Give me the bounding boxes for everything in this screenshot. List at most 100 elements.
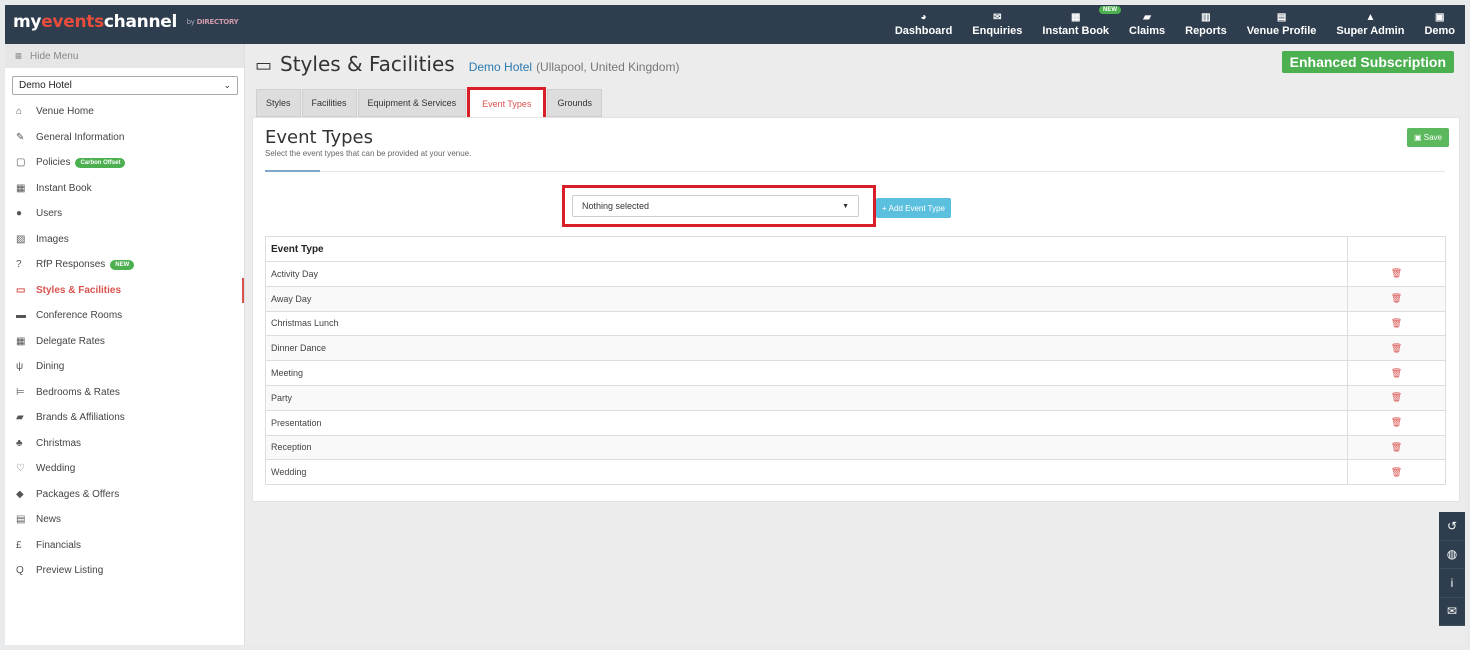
sidebar-item-brands-affiliations[interactable]: ▰ Brands & Affiliations (5, 405, 244, 431)
trash-icon[interactable]: 🗑︎ (1391, 417, 1402, 427)
save-button[interactable]: ▣ Save (1406, 128, 1449, 147)
sidebar-item-label: Christmas (36, 437, 82, 449)
dashboard-icon: ◕ (920, 12, 927, 23)
add-event-type-button[interactable]: + Add Event Type (876, 198, 952, 218)
trash-icon[interactable]: 🗑︎ (1391, 368, 1402, 378)
sidebar-item-label: Delegate Rates (36, 335, 105, 347)
info-button[interactable]: i (1439, 569, 1465, 598)
trash-icon[interactable]: 🗑︎ (1391, 343, 1402, 353)
nav-claims[interactable]: ▰ Claims (1119, 5, 1175, 44)
table-row: Party 🗑︎ (265, 384, 1446, 411)
envelope-button[interactable]: ✉ (1439, 597, 1465, 626)
tree-icon: ♣ (16, 437, 23, 449)
sidebar-item-wedding[interactable]: ♡ Wedding (5, 456, 244, 482)
tab-styles[interactable]: Styles (256, 89, 301, 117)
trash-icon[interactable]: 🗑︎ (1391, 318, 1402, 328)
delete-cell: 🗑︎ (1347, 384, 1446, 411)
brand-logo[interactable]: myeventschannel by DIRECTORY (13, 12, 239, 32)
tab-facilities[interactable]: Facilities (301, 89, 357, 117)
sidebar-item-label: Policies (36, 157, 71, 169)
sidebar-item-rfp-responses[interactable]: ? RfP Responses NEW (5, 252, 244, 278)
sidebar-item-financials[interactable]: £ Financials (5, 533, 244, 559)
subscription-badge: Enhanced Subscription (1281, 51, 1454, 73)
sidebar-item-news[interactable]: ▤ News (5, 507, 244, 533)
lock-icon: ▲ (1365, 12, 1376, 23)
monitor-icon: ▭ (16, 284, 26, 296)
delete-cell: 🗑︎ (1347, 409, 1446, 436)
sidebar-item-dining[interactable]: ψ Dining (5, 354, 244, 380)
tab-equipment-services[interactable]: Equipment & Services (357, 89, 467, 117)
trash-icon[interactable]: 🗑︎ (1391, 268, 1402, 278)
bar-chart-icon: ▥ (1201, 12, 1211, 23)
envelope-icon: ✉ (1446, 604, 1458, 619)
nav-venue-profile[interactable]: ▤ Venue Profile (1237, 5, 1327, 44)
event-type-cell: Dinner Dance (265, 335, 1348, 362)
nav-reports[interactable]: ▥ Reports (1175, 5, 1237, 44)
search-icon: Q (16, 565, 24, 577)
sidebar-item-label: General Information (36, 131, 125, 143)
user-icon: ▣ (1434, 12, 1445, 23)
sidebar-item-images[interactable]: ▨ Images (5, 227, 244, 253)
sidebar-item-packages-offers[interactable]: ◆ Packages & Offers (5, 482, 244, 508)
sidebar-item-christmas[interactable]: ♣ Christmas (5, 431, 244, 457)
chat-icon: ◍ (1446, 547, 1458, 562)
nav-dashboard[interactable]: ◕ Dashboard (885, 5, 962, 44)
nav-label: Instant Book (1042, 25, 1110, 37)
event-type-cell: Reception (265, 434, 1348, 461)
delete-cell: 🗑︎ (1347, 459, 1446, 486)
venue-link[interactable]: Demo Hotel (469, 60, 532, 74)
sidebar-item-label: Bedrooms & Rates (36, 386, 120, 398)
chat-button[interactable]: ◍ (1439, 540, 1465, 569)
nav-label: Demo (1424, 25, 1455, 37)
sidebar-item-policies[interactable]: ▢ Policies Carbon Offset (5, 150, 244, 176)
calendar-icon: ▦ (1071, 12, 1081, 23)
sidebar-item-delegate-rates[interactable]: ▦ Delegate Rates (5, 329, 244, 355)
sidebar-item-label: RfP Responses (36, 259, 106, 271)
sidebar-item-label: Venue Home (36, 106, 94, 118)
history-button[interactable]: ↺ (1439, 512, 1465, 541)
trash-icon[interactable]: 🗑︎ (1391, 293, 1402, 303)
table-row: Reception 🗑︎ (265, 434, 1446, 461)
nav-instant-book[interactable]: ▦ Instant Book NEW (1032, 5, 1122, 44)
nav-enquiries[interactable]: ✉ Enquiries (962, 5, 1032, 44)
sidebar-item-styles-facilities[interactable]: ▭ Styles & Facilities (5, 277, 244, 303)
nav-demo[interactable]: ▣ Demo (1414, 5, 1465, 44)
sidebar-item-label: Images (36, 233, 69, 245)
building-icon: ▤ (1276, 12, 1287, 23)
hide-menu-toggle[interactable]: ≡ Hide Menu (5, 44, 244, 68)
table-row: Wedding 🗑︎ (265, 459, 1446, 486)
sidebar-item-label: Brands & Affiliations (36, 412, 125, 424)
sidebar-tag: NEW (110, 259, 135, 270)
plus-icon: + (882, 203, 887, 213)
hamburger-icon: ≡ (15, 49, 23, 63)
sidebar-item-general-information[interactable]: ✎ General Information (5, 125, 244, 151)
sidebar-item-venue-home[interactable]: ⌂ Venue Home (5, 99, 244, 125)
tab-event-types[interactable]: Event Types (467, 87, 547, 121)
tab-grounds[interactable]: Grounds (547, 89, 602, 117)
top-navbar: myeventschannel by DIRECTORY ◕ Dashboard ✉… (5, 5, 1465, 44)
event-type-cell: Wedding (265, 459, 1348, 486)
event-type-select[interactable]: Nothing selected ▼ (572, 195, 859, 217)
nav-label: Enquiries (972, 25, 1023, 37)
heart-icon: ♡ (16, 463, 25, 475)
sidebar-item-preview-listing[interactable]: Q Preview Listing (5, 558, 244, 584)
sidebar-item-bedrooms-rates[interactable]: ⊨ Bedrooms & Rates (5, 380, 244, 406)
table-row: Dinner Dance 🗑︎ (265, 335, 1446, 362)
nav-label: Venue Profile (1246, 25, 1317, 37)
venue-select[interactable]: Demo Hotel ⌄ (12, 76, 238, 95)
delete-cell: 🗑︎ (1347, 285, 1446, 312)
trash-icon[interactable]: 🗑︎ (1391, 442, 1402, 452)
page-header: ▭ Styles & Facilities Demo Hotel (Ullapo… (255, 52, 679, 76)
floating-actions: ↺ ◍ i ✉ (1439, 512, 1465, 626)
trash-icon[interactable]: 🗑︎ (1391, 467, 1402, 477)
sidebar-item-users[interactable]: ● Users (5, 201, 244, 227)
trash-icon[interactable]: 🗑︎ (1391, 392, 1402, 402)
sidebar-item-label: Styles & Facilities (36, 284, 122, 296)
sidebar-item-label: Wedding (36, 463, 76, 475)
table-row: Christmas Lunch 🗑︎ (265, 310, 1446, 337)
user-icon: ● (16, 208, 23, 220)
sidebar-item-instant-book[interactable]: ▦ Instant Book (5, 176, 244, 202)
delete-cell: 🗑︎ (1347, 434, 1446, 461)
sidebar-item-conference-rooms[interactable]: ▬ Conference Rooms (5, 303, 244, 329)
nav-super-admin[interactable]: ▲ Super Admin (1326, 5, 1414, 44)
